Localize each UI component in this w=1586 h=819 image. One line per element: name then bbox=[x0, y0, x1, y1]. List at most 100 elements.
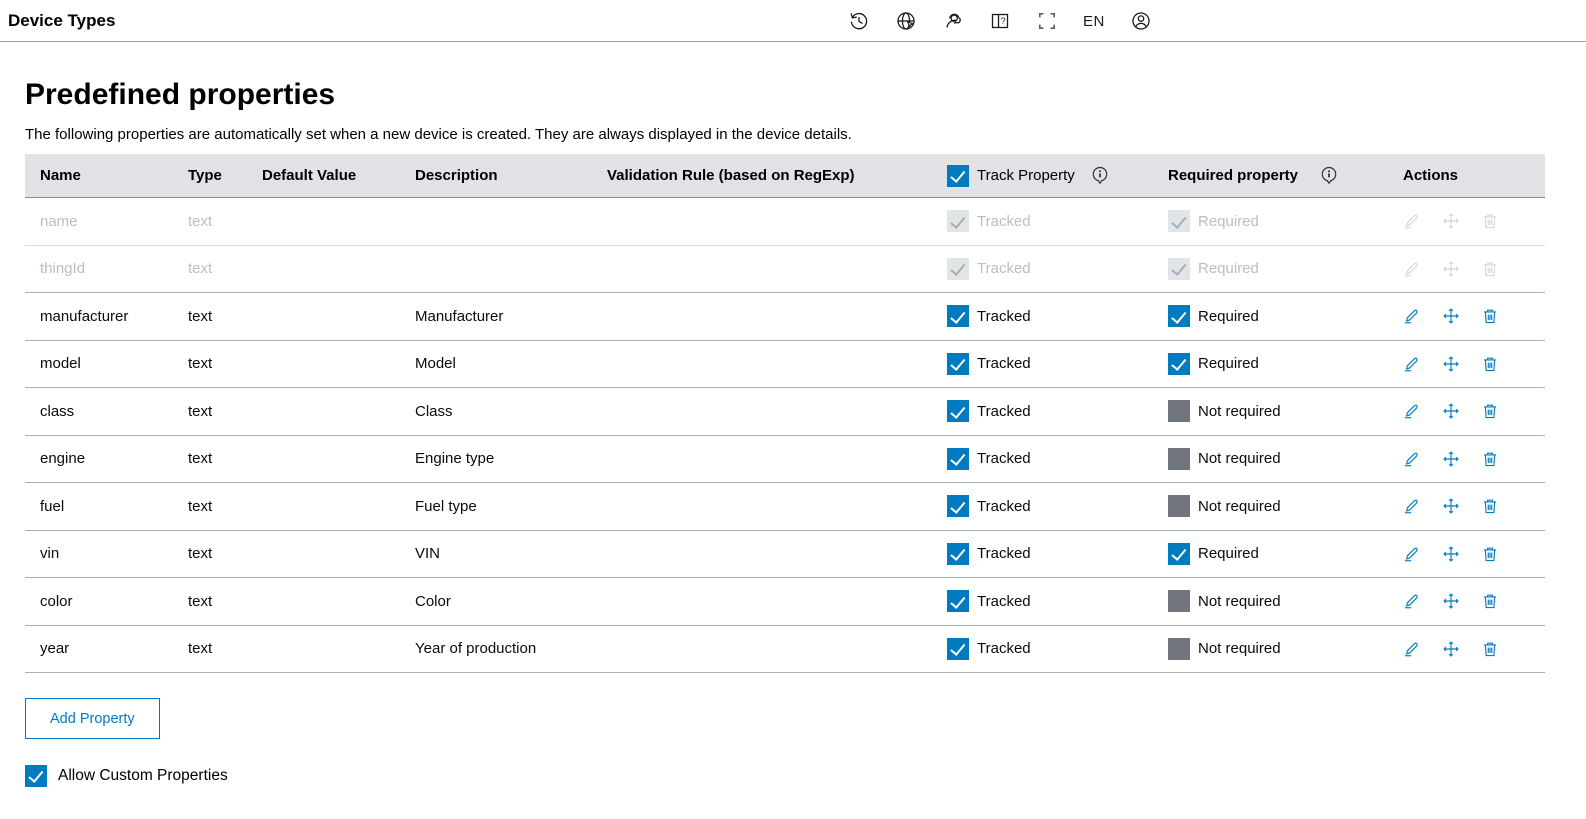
history-icon[interactable] bbox=[848, 10, 870, 32]
delete-icon[interactable] bbox=[1481, 640, 1499, 658]
move-icon[interactable] bbox=[1442, 307, 1460, 325]
delete-icon[interactable] bbox=[1481, 450, 1499, 468]
topbar-icon-group: ? EN bbox=[848, 0, 1152, 42]
edit-icon[interactable] bbox=[1403, 355, 1421, 373]
table-row: year text Year of production Tracked Not… bbox=[25, 626, 1545, 674]
header-track-property: Track Property bbox=[977, 167, 1075, 184]
delete-icon bbox=[1481, 212, 1499, 230]
move-icon[interactable] bbox=[1442, 640, 1460, 658]
required-label: Required bbox=[1198, 308, 1259, 325]
tracked-label: Tracked bbox=[977, 355, 1031, 372]
tracked-label: Tracked bbox=[977, 498, 1031, 515]
table-body: name text Tracked Required bbox=[25, 198, 1545, 673]
cell-name: vin bbox=[25, 545, 188, 562]
move-icon[interactable] bbox=[1442, 592, 1460, 610]
delete-icon[interactable] bbox=[1481, 307, 1499, 325]
edit-icon[interactable] bbox=[1403, 592, 1421, 610]
edit-icon[interactable] bbox=[1403, 545, 1421, 563]
topbar: Device Types bbox=[0, 0, 1586, 42]
edit-icon[interactable] bbox=[1403, 307, 1421, 325]
edit-icon[interactable] bbox=[1403, 450, 1421, 468]
required-label: Required bbox=[1198, 545, 1259, 562]
move-icon bbox=[1442, 212, 1460, 230]
move-icon[interactable] bbox=[1442, 402, 1460, 420]
required-checkbox bbox=[1168, 258, 1190, 280]
header-actions: Actions bbox=[1399, 167, 1545, 184]
cell-description: Fuel type bbox=[415, 498, 607, 515]
main-content: Predefined properties The following prop… bbox=[0, 78, 1586, 787]
cell-description: Manufacturer bbox=[415, 308, 607, 325]
cell-name: class bbox=[25, 403, 188, 420]
move-icon[interactable] bbox=[1442, 545, 1460, 563]
support-headset-icon[interactable] bbox=[942, 10, 964, 32]
required-checkbox[interactable] bbox=[1168, 495, 1190, 517]
delete-icon[interactable] bbox=[1481, 355, 1499, 373]
edit-icon[interactable] bbox=[1403, 640, 1421, 658]
move-icon bbox=[1442, 260, 1460, 278]
tracked-label: Tracked bbox=[977, 450, 1031, 467]
tracked-checkbox[interactable] bbox=[947, 305, 969, 327]
move-icon[interactable] bbox=[1442, 355, 1460, 373]
required-property-info-icon[interactable] bbox=[1320, 166, 1338, 186]
required-label: Not required bbox=[1198, 498, 1281, 515]
required-checkbox[interactable] bbox=[1168, 353, 1190, 375]
cell-name: model bbox=[25, 355, 188, 372]
edit-icon bbox=[1403, 260, 1421, 278]
account-icon[interactable] bbox=[1130, 10, 1152, 32]
allow-custom-properties-checkbox[interactable] bbox=[25, 765, 47, 787]
cell-name: name bbox=[25, 213, 188, 230]
tracked-checkbox[interactable] bbox=[947, 495, 969, 517]
header-type: Type bbox=[188, 167, 262, 184]
allow-custom-properties-row: Allow Custom Properties bbox=[25, 765, 1545, 787]
tracked-checkbox[interactable] bbox=[947, 353, 969, 375]
cell-name: thingId bbox=[25, 260, 188, 277]
required-label: Not required bbox=[1198, 640, 1281, 657]
language-label[interactable]: EN bbox=[1083, 13, 1105, 30]
track-property-info-icon[interactable] bbox=[1091, 166, 1109, 186]
tracked-label: Tracked bbox=[977, 640, 1031, 657]
required-checkbox[interactable] bbox=[1168, 590, 1190, 612]
move-icon[interactable] bbox=[1442, 497, 1460, 515]
delete-icon bbox=[1481, 260, 1499, 278]
tracked-checkbox[interactable] bbox=[947, 448, 969, 470]
cell-name: engine bbox=[25, 450, 188, 467]
page-title: Predefined properties bbox=[25, 78, 1545, 112]
delete-icon[interactable] bbox=[1481, 545, 1499, 563]
help-book-icon[interactable]: ? bbox=[989, 10, 1011, 32]
tracked-checkbox[interactable] bbox=[947, 400, 969, 422]
delete-icon[interactable] bbox=[1481, 402, 1499, 420]
required-checkbox[interactable] bbox=[1168, 638, 1190, 660]
required-label: Required bbox=[1198, 260, 1259, 277]
add-property-button[interactable]: Add Property bbox=[25, 698, 160, 739]
cell-type: text bbox=[188, 355, 262, 372]
tracked-checkbox[interactable] bbox=[947, 543, 969, 565]
fullscreen-icon[interactable] bbox=[1036, 10, 1058, 32]
move-icon[interactable] bbox=[1442, 450, 1460, 468]
delete-icon[interactable] bbox=[1481, 497, 1499, 515]
cell-name: color bbox=[25, 593, 188, 610]
delete-icon[interactable] bbox=[1481, 592, 1499, 610]
cell-type: text bbox=[188, 498, 262, 515]
cell-name: manufacturer bbox=[25, 308, 188, 325]
required-checkbox[interactable] bbox=[1168, 400, 1190, 422]
required-checkbox[interactable] bbox=[1168, 305, 1190, 327]
allow-custom-properties-label: Allow Custom Properties bbox=[58, 767, 228, 785]
required-checkbox[interactable] bbox=[1168, 448, 1190, 470]
edit-icon[interactable] bbox=[1403, 402, 1421, 420]
edit-icon[interactable] bbox=[1403, 497, 1421, 515]
svg-text:?: ? bbox=[1001, 16, 1006, 26]
table-row: fuel text Fuel type Tracked Not required bbox=[25, 483, 1545, 531]
cell-description: Engine type bbox=[415, 450, 607, 467]
required-label: Not required bbox=[1198, 403, 1281, 420]
tracked-label: Tracked bbox=[977, 260, 1031, 277]
cell-type: text bbox=[188, 545, 262, 562]
language-globe-icon[interactable] bbox=[895, 10, 917, 32]
track-all-checkbox[interactable] bbox=[947, 165, 969, 187]
tracked-checkbox[interactable] bbox=[947, 638, 969, 660]
predefined-properties-table: Name Type Default Value Description Vali… bbox=[25, 154, 1545, 673]
required-checkbox[interactable] bbox=[1168, 543, 1190, 565]
required-label: Required bbox=[1198, 355, 1259, 372]
edit-icon bbox=[1403, 212, 1421, 230]
tracked-checkbox[interactable] bbox=[947, 590, 969, 612]
header-default-value: Default Value bbox=[262, 167, 415, 184]
